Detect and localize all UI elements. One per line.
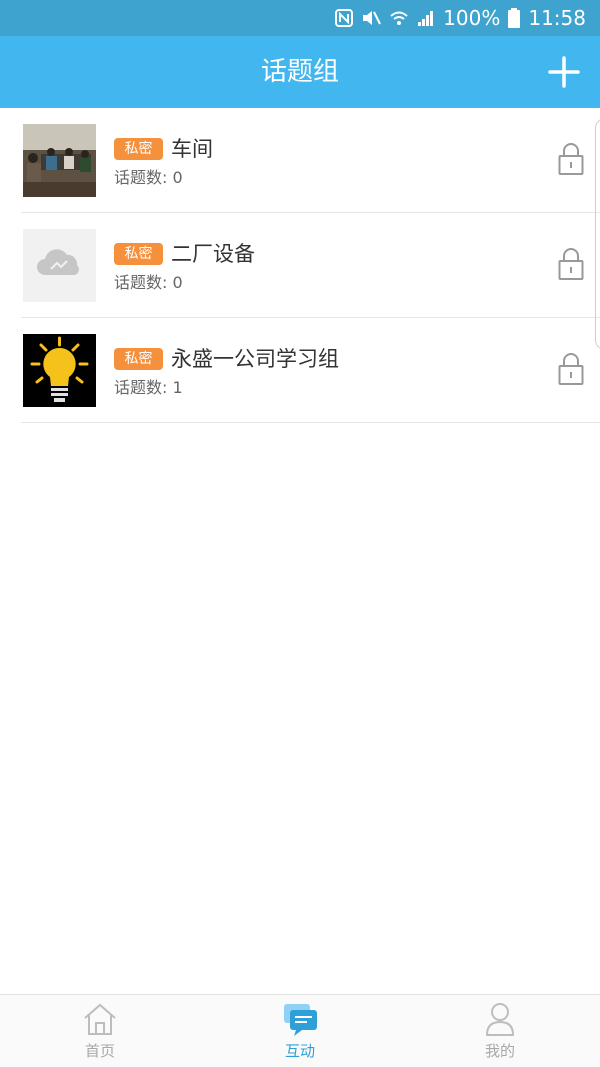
status-icons: 100% 11:58 [335,0,586,36]
user-icon [485,1003,515,1036]
page-title: 话题组 [260,57,339,87]
lock-icon [558,353,584,385]
private-badge: 私密 [114,138,163,160]
group-item-workshop[interactable]: 私密 车间 话题数: 0 [21,108,600,213]
lightbulb-image [23,334,96,407]
group-name: 车间 [171,137,213,161]
nav-me[interactable]: 我的 [400,995,600,1067]
edge-panel-handle[interactable] [595,118,600,350]
app-header: 话题组 [0,36,600,108]
private-badge: 私密 [114,348,163,370]
status-bar: 100% 11:58 [0,0,600,36]
bottom-nav: 首页 互动 我的 [0,994,600,1067]
screen: 100% 11:58 话题组 私密 车间 话题数: 0 私密 二厂设备 话题数:… [0,0,600,1067]
nav-home-label: 首页 [84,1042,115,1060]
group-name: 永盛一公司学习组 [171,347,339,371]
group-item-plant2-equipment[interactable]: 私密 二厂设备 话题数: 0 [21,213,600,318]
group-thumbnail [23,334,96,407]
group-name: 二厂设备 [171,242,255,266]
topic-count: 话题数: 1 [114,378,183,397]
meeting-photo-image [23,124,96,197]
signal-icon [418,11,434,26]
group-list: 私密 车间 话题数: 0 私密 二厂设备 话题数: 0 私密 永盛一公司学习组 … [0,108,600,423]
chat-icon [284,1004,317,1036]
private-badge: 私密 [114,243,163,265]
mute-icon [363,11,382,25]
nfc-icon [335,9,354,27]
group-thumbnail [23,229,96,302]
cloud-placeholder-icon [23,229,96,302]
nav-home[interactable]: 首页 [0,995,200,1067]
home-icon [84,1003,116,1035]
add-group-button[interactable] [546,54,582,90]
wifi-icon [390,11,408,25]
topic-count: 话题数: 0 [114,273,183,292]
topic-count: 话题数: 0 [114,168,183,187]
nav-me-label: 我的 [484,1042,515,1060]
battery-icon [508,8,521,28]
lock-icon [558,143,584,175]
lock-icon [558,248,584,280]
battery-percent: 100% [443,6,501,30]
status-time: 11:58 [528,6,586,30]
group-item-study-group[interactable]: 私密 永盛一公司学习组 话题数: 1 [21,318,600,423]
plus-icon [548,56,580,88]
nav-interaction[interactable]: 互动 [200,995,400,1067]
group-thumbnail [23,124,96,197]
nav-interaction-label: 互动 [284,1042,315,1060]
